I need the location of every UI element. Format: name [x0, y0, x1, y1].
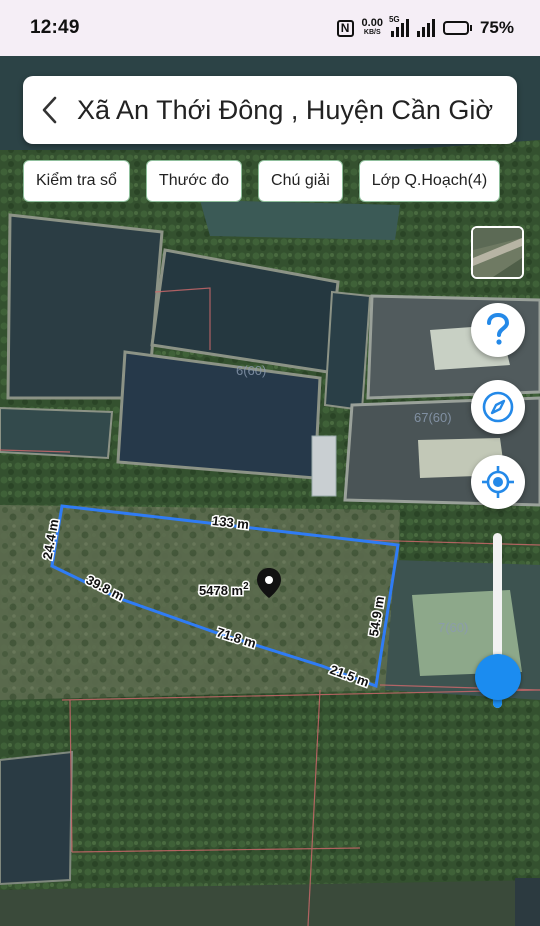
chip-check-land-book[interactable]: Kiểm tra sổ: [23, 160, 130, 202]
signal-5g-icon: 5G: [389, 15, 409, 37]
parcel-number-c: 7(60): [438, 620, 468, 635]
location-title: Xã An Thới Đông , Huyện Cần Giờ: [77, 94, 494, 125]
nfc-icon: N: [336, 19, 354, 37]
parcel-area-label: 5478 m2: [199, 581, 249, 598]
title-card: Xã An Thới Đông , Huyện Cần Giờ: [23, 76, 517, 144]
map-layer-thumbnail-icon: [473, 228, 522, 277]
net-speed: 0.00 KB/S: [361, 17, 383, 37]
chip-legend[interactable]: Chú giải: [258, 160, 343, 202]
status-time: 12:49: [30, 17, 80, 38]
parcel-number-b: 67(60): [414, 410, 452, 425]
net-speed-unit: KB/S: [363, 29, 381, 36]
compass-icon: [482, 391, 514, 423]
compass-button[interactable]: [471, 380, 525, 434]
zoom-slider-knob[interactable]: [475, 654, 521, 700]
network-tag: 5G: [388, 15, 400, 24]
signal-icon: [416, 19, 435, 37]
net-speed-value: 0.00: [361, 17, 383, 29]
map-layer-toggle[interactable]: [471, 226, 524, 279]
crosshair-icon: [482, 466, 514, 498]
back-button[interactable]: [23, 76, 77, 144]
tool-chips: Kiểm tra sổ Thước đo Chú giải Lớp Q.Hoạc…: [23, 160, 501, 202]
chip-planning-layers[interactable]: Lớp Q.Hoạch(4): [358, 160, 501, 202]
question-icon: [487, 313, 510, 345]
my-location-button[interactable]: [471, 455, 525, 509]
chevron-left-icon: [42, 96, 57, 124]
status-icons: N 0.00 KB/S 5G 75%: [336, 15, 514, 38]
chip-measure[interactable]: Thước đo: [145, 160, 243, 202]
help-button[interactable]: [471, 303, 525, 357]
status-bar: 12:49 N 0.00 KB/S 5G 75%: [0, 0, 540, 56]
battery-icon: [442, 21, 472, 35]
battery-percent: 75%: [479, 18, 514, 37]
parcel-number-a: 6(60): [236, 363, 266, 378]
